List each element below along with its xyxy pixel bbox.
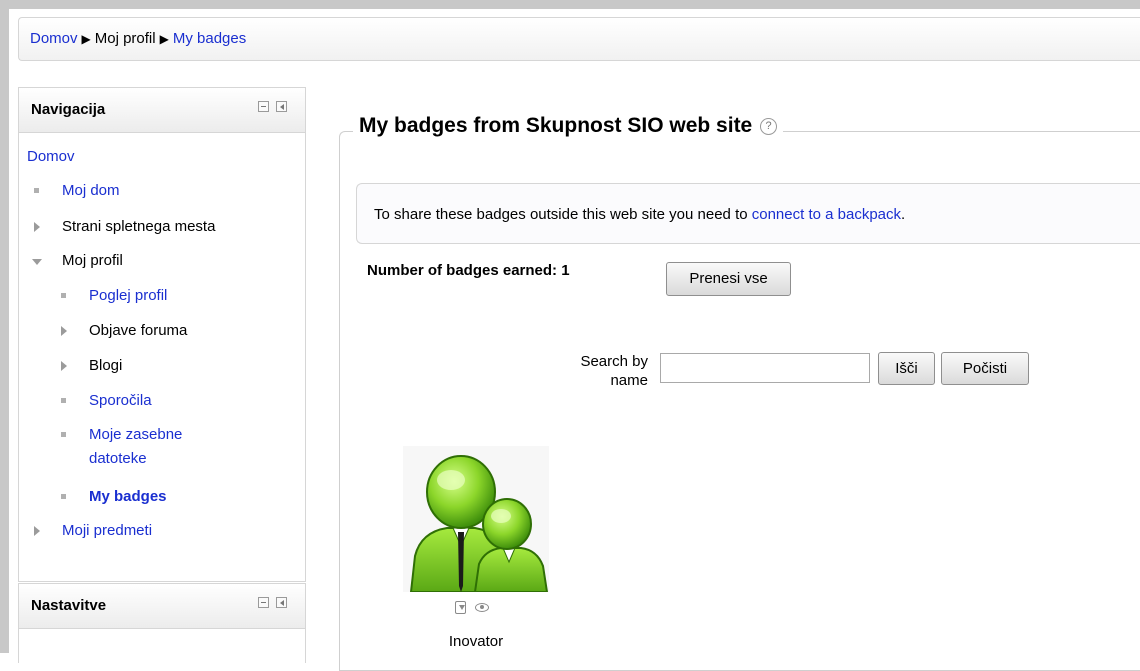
bullet-icon xyxy=(34,188,39,193)
bullet-icon xyxy=(61,494,66,499)
nav-item-zasebne-datoteke[interactable]: Moje zasebne xyxy=(89,425,182,445)
window-left-edge xyxy=(0,0,9,653)
navigation-block-title: Navigacija xyxy=(31,101,106,118)
navigation-block-header: Navigacija xyxy=(19,88,305,133)
window-top-edge xyxy=(0,0,1140,9)
badge-name[interactable]: Inovator xyxy=(418,633,534,650)
view-icon[interactable] xyxy=(475,603,489,612)
breadcrumb-separator: ▶ xyxy=(81,32,91,46)
connect-backpack-link[interactable]: connect to a backpack xyxy=(752,206,901,223)
expand-arrow-icon[interactable] xyxy=(34,222,40,232)
settings-block-title: Nastavitve xyxy=(31,597,107,614)
search-label: Search by name xyxy=(546,352,648,390)
navigation-block: Navigacija Domov Moj dom Strani spletneg… xyxy=(18,87,306,582)
nav-item-zasebne-datoteke-line2[interactable]: datoteke xyxy=(89,449,147,469)
two-people-green-icon xyxy=(403,446,549,593)
nav-item-objave-foruma[interactable]: Objave foruma xyxy=(89,321,187,341)
notice-suffix: . xyxy=(901,206,906,223)
expand-arrow-icon[interactable] xyxy=(61,326,67,336)
collapse-arrow-icon[interactable] xyxy=(32,259,42,265)
download-icon[interactable] xyxy=(455,601,466,614)
nav-item-moji-predmeti[interactable]: Moji predmeti xyxy=(62,521,152,541)
breadcrumb: Domov ▶ Moj profil ▶ My badges xyxy=(30,30,246,47)
settings-block: Nastavitve xyxy=(18,583,306,663)
minimize-block-icon[interactable] xyxy=(258,101,269,112)
clear-button[interactable]: Počisti xyxy=(941,352,1029,385)
dock-block-icon[interactable] xyxy=(276,597,287,608)
help-icon[interactable]: ? xyxy=(760,117,778,135)
page-title: My badges from Skupnost SIO web site ? xyxy=(353,114,784,138)
page-title-text: My badges from Skupnost SIO web site xyxy=(359,114,753,137)
download-all-button[interactable]: Prenesi vse xyxy=(666,262,791,296)
expand-arrow-icon[interactable] xyxy=(34,526,40,536)
search-label-line2: name xyxy=(610,372,648,389)
nav-item-my-badges[interactable]: My badges xyxy=(89,487,167,507)
backpack-notice: To share these badges outside this web s… xyxy=(356,183,1140,244)
breadcrumb-profile[interactable]: Moj profil xyxy=(95,30,156,47)
minimize-block-icon[interactable] xyxy=(258,597,269,608)
breadcrumb-bar: Domov ▶ Moj profil ▶ My badges xyxy=(18,17,1140,61)
bullet-icon xyxy=(61,398,66,403)
search-input[interactable] xyxy=(660,353,870,383)
nav-item-moj-dom[interactable]: Moj dom xyxy=(62,181,120,201)
badge-image[interactable] xyxy=(403,446,549,593)
badge-actions xyxy=(455,600,515,616)
settings-block-header: Nastavitve xyxy=(19,584,305,629)
backpack-notice-text: To share these badges outside this web s… xyxy=(374,206,905,223)
search-button[interactable]: Išči xyxy=(878,352,935,385)
bullet-icon xyxy=(61,293,66,298)
expand-arrow-icon[interactable] xyxy=(61,361,67,371)
search-label-line1: Search by xyxy=(580,353,648,370)
nav-item-moj-profil[interactable]: Moj profil xyxy=(62,251,123,271)
breadcrumb-home[interactable]: Domov xyxy=(30,30,78,47)
breadcrumb-separator: ▶ xyxy=(159,32,169,46)
nav-item-strani[interactable]: Strani spletnega mesta xyxy=(62,217,215,237)
nav-item-poglej-profil[interactable]: Poglej profil xyxy=(89,286,167,306)
nav-item-sporocila[interactable]: Sporočila xyxy=(89,391,152,411)
breadcrumb-current[interactable]: My badges xyxy=(173,30,246,47)
badge-count: Number of badges earned: 1 xyxy=(367,262,570,279)
bullet-icon xyxy=(61,432,66,437)
dock-block-icon[interactable] xyxy=(276,101,287,112)
notice-prefix: To share these badges outside this web s… xyxy=(374,206,752,223)
nav-item-blogi[interactable]: Blogi xyxy=(89,356,122,376)
nav-item-domov[interactable]: Domov xyxy=(27,147,75,167)
